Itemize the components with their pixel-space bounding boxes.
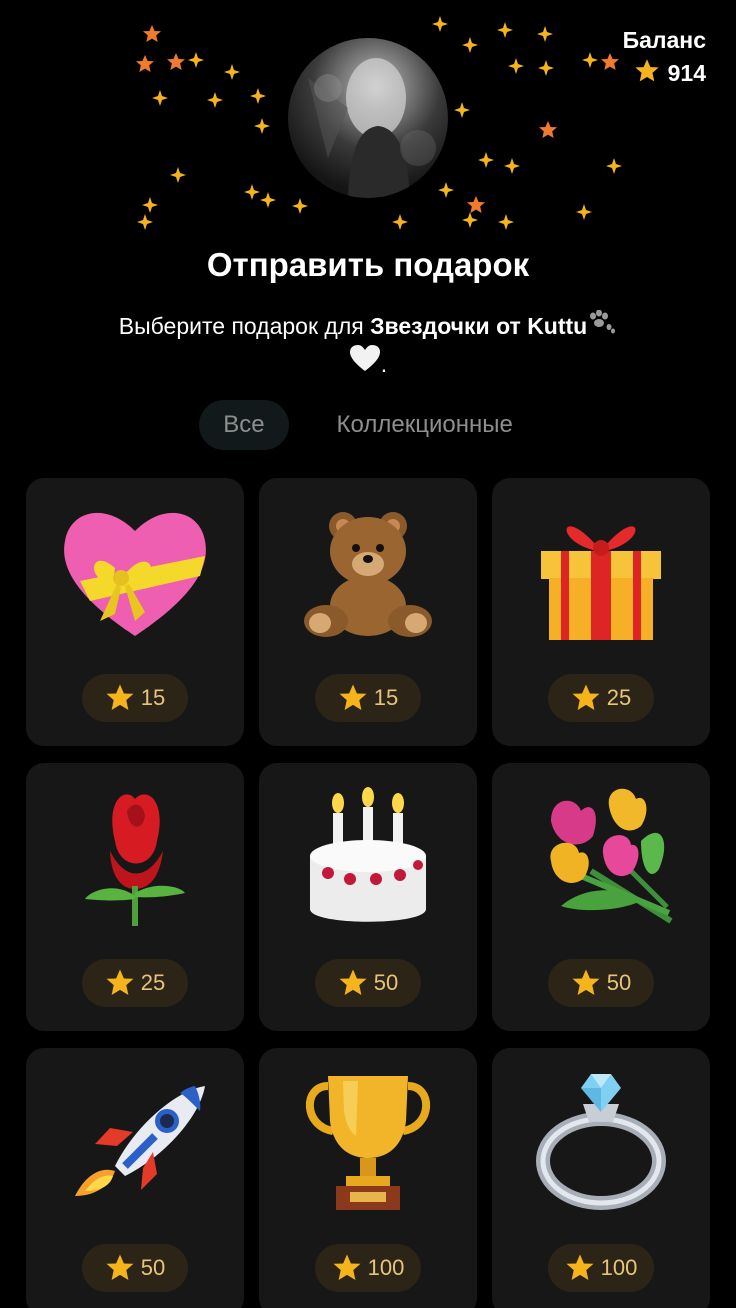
recipient-avatar[interactable] xyxy=(288,38,448,198)
price-value: 50 xyxy=(606,970,632,995)
price-value: 25 xyxy=(140,970,166,995)
subtitle-prefix: Выберите подарок для xyxy=(118,313,371,339)
tab-all[interactable]: Все xyxy=(199,400,289,450)
price-pill: 25 xyxy=(82,959,188,1007)
gift-grid: 15 15 25 25 50 50 50 100 100 xyxy=(26,478,710,1308)
star-icon xyxy=(572,969,600,995)
price-value: 15 xyxy=(373,685,399,710)
star-icon xyxy=(566,1254,594,1280)
star-icon xyxy=(106,684,134,710)
page-title: Отправить подарок xyxy=(206,246,530,283)
tab-collectible[interactable]: Коллекционные xyxy=(313,400,537,450)
star-icon xyxy=(339,969,367,995)
price-value: 100 xyxy=(600,1255,638,1280)
price-value: 15 xyxy=(140,685,166,710)
gift-tabs: Все Коллекционные xyxy=(0,400,736,450)
send-gift-screen: Баланс 914 Отправить подарок Выберите по… xyxy=(0,0,736,1308)
star-icon xyxy=(572,684,600,710)
gift-card-gift-box[interactable]: 25 xyxy=(492,478,710,746)
teddy-bear-icon xyxy=(304,512,432,637)
tulip-bouquet-icon xyxy=(550,788,673,924)
price-value: 25 xyxy=(606,685,632,710)
price-pill: 50 xyxy=(315,959,421,1007)
gift-card-ring[interactable]: 100 xyxy=(492,1048,710,1308)
price-pill: 15 xyxy=(82,674,188,722)
rose-icon xyxy=(85,794,185,926)
star-icon xyxy=(634,58,660,89)
heart-with-ribbon-icon xyxy=(64,512,206,636)
rocket-icon xyxy=(75,1086,205,1196)
gift-card-teddy-bear[interactable]: 15 xyxy=(259,478,477,746)
subtitle: Выберите подарок для Звездочки от Kuttu … xyxy=(60,308,676,382)
recipient-name: Звездочки от Kuttu xyxy=(370,313,588,339)
star-icon xyxy=(106,1254,134,1280)
price-pill: 15 xyxy=(315,674,421,722)
gift-card-rose[interactable]: 25 xyxy=(26,763,244,1031)
star-icon xyxy=(339,684,367,710)
diamond-ring-icon xyxy=(536,1074,666,1210)
gift-card-rocket[interactable]: 50 xyxy=(26,1048,244,1308)
price-pill: 50 xyxy=(82,1244,188,1292)
gift-card-birthday-cake[interactable]: 50 xyxy=(259,763,477,1031)
price-value: 50 xyxy=(140,1255,166,1280)
gift-card-heart[interactable]: 15 xyxy=(26,478,244,746)
gift-card-tulips[interactable]: 50 xyxy=(492,763,710,1031)
birthday-cake-icon xyxy=(310,787,426,922)
balance-label: Баланс xyxy=(622,27,706,53)
gift-box-icon xyxy=(541,526,661,640)
white-heart-icon xyxy=(349,345,381,377)
trophy-icon xyxy=(305,1076,431,1210)
price-pill: 100 xyxy=(315,1244,421,1292)
gift-card-trophy[interactable]: 100 xyxy=(259,1048,477,1308)
price-pill: 50 xyxy=(548,959,654,1007)
price-value: 100 xyxy=(367,1255,405,1280)
price-value: 50 xyxy=(373,970,399,995)
price-pill: 100 xyxy=(548,1244,654,1292)
star-icon xyxy=(106,969,134,995)
balance-value: 914 xyxy=(667,60,706,86)
paw-icon xyxy=(587,309,617,339)
star-icon xyxy=(333,1254,361,1280)
price-pill: 25 xyxy=(548,674,654,722)
balance-widget: Баланс 914 xyxy=(623,26,706,89)
subtitle-suffix: . xyxy=(380,351,388,377)
